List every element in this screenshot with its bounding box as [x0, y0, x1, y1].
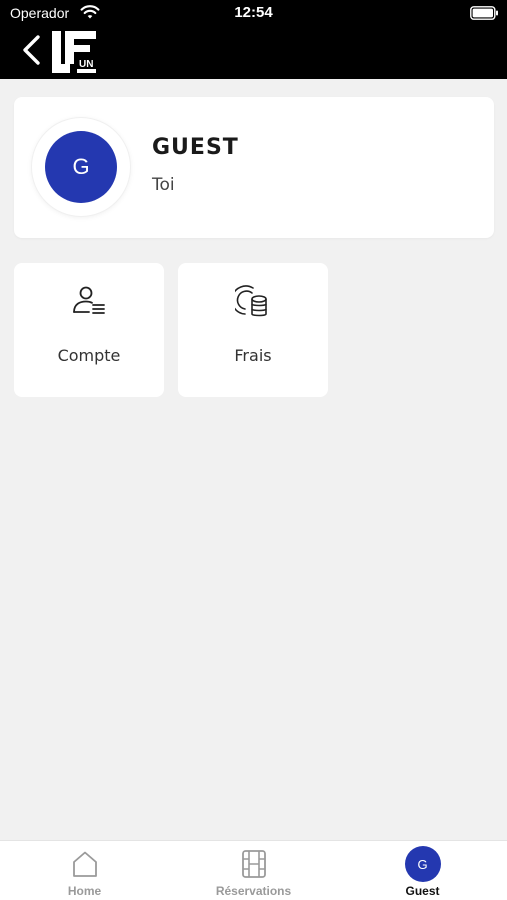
profile-name: GUEST [152, 135, 239, 160]
tab-reservations[interactable]: Réservations [169, 841, 338, 900]
battery-icon [470, 6, 498, 20]
top-header: Operador 12:54 UN [0, 0, 507, 79]
account-tile-label: Compte [57, 346, 121, 365]
account-list-icon [73, 286, 105, 314]
tab-guest-avatar: G [404, 846, 441, 882]
avatar: G [45, 131, 117, 203]
fees-tile-label: Frais [234, 346, 272, 365]
tab-reservations-label: Réservations [215, 884, 292, 898]
avatar-frame: G [32, 118, 130, 216]
tab-home-label: Home [67, 884, 102, 898]
fees-tile[interactable]: Frais [178, 263, 328, 397]
chevron-left-icon [23, 35, 40, 65]
home-icon [72, 851, 97, 877]
status-time: 12:54 [234, 4, 273, 21]
brand-logo: UN [52, 31, 96, 73]
coins-icon [235, 285, 267, 317]
tab-home[interactable]: Home [0, 841, 169, 900]
tab-guest[interactable]: G Guest [338, 841, 507, 900]
tab-guest-label: Guest [405, 884, 440, 898]
profile-subtitle: Toi [152, 175, 175, 195]
tab-bar: Home Réservations G Guest [0, 840, 507, 900]
account-tile[interactable]: Compte [14, 263, 164, 397]
svg-text:UN: UN [79, 59, 93, 70]
profile-card[interactable]: G GUEST Toi [14, 97, 494, 238]
back-button[interactable] [20, 34, 44, 66]
film-icon [241, 850, 266, 878]
